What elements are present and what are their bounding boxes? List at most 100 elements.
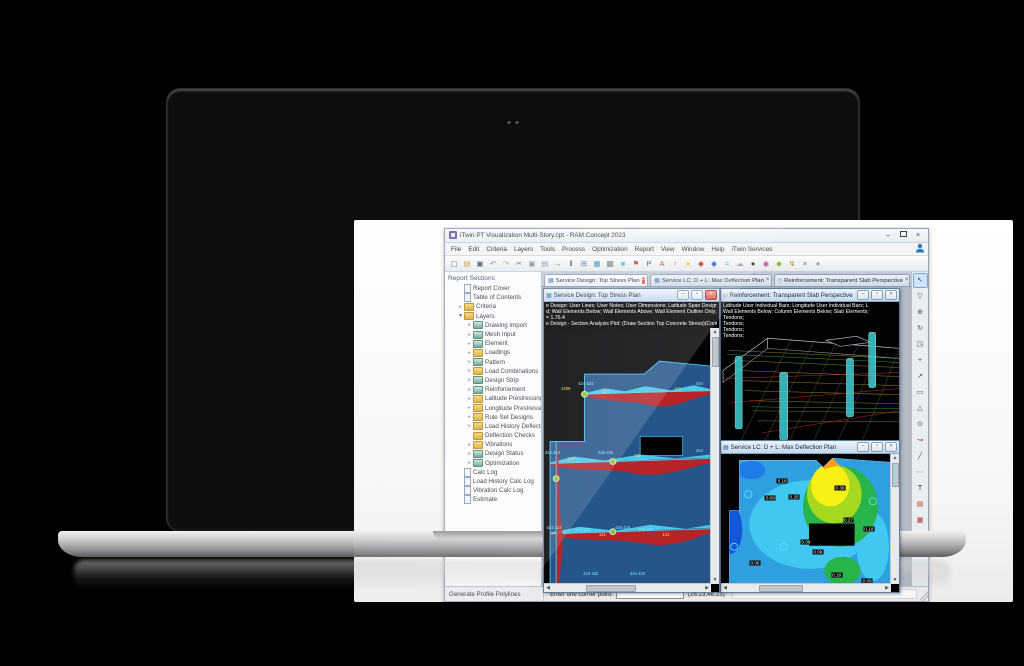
expand-icon[interactable]: ▸ — [466, 442, 473, 448]
maximize-icon[interactable]: ▫ — [871, 442, 883, 452]
tree-item-vibration-calc-log[interactable]: Vibration Calc Log — [445, 486, 541, 495]
maximize-icon[interactable]: ▫ — [691, 290, 703, 300]
tree-item-deflection-checks[interactable]: Deflection Checks — [445, 431, 541, 440]
menu-help[interactable]: Help — [708, 246, 727, 253]
menu-window[interactable]: Window — [679, 246, 708, 253]
tab-service-design-top-stress-plan[interactable]: ▦Service Design: Top Stress Plan× — [544, 274, 648, 286]
lightning-icon[interactable]: ↯ — [786, 257, 798, 270]
delete-icon[interactable]: × — [799, 257, 811, 270]
tendon-icon[interactable]: ◆ — [708, 257, 720, 270]
table-tool[interactable]: ▦ — [913, 513, 928, 528]
open-icon[interactable]: ▤ — [461, 257, 473, 270]
tab-reinforcement-transparent-slab-perspective[interactable]: ◇Reinforcement: Transparent Slab Perspec… — [774, 274, 910, 286]
expand-icon[interactable]: ▸ — [466, 451, 473, 457]
vertical-scrollbar[interactable]: ▲▼ — [890, 454, 899, 584]
save-icon[interactable]: ▣ — [474, 257, 486, 270]
zoom-window-tool[interactable]: ◳ — [913, 337, 928, 352]
new-icon[interactable]: ▢ — [448, 257, 460, 270]
deflection-canvas[interactable]: 0.180.090.250.360.270.180.090.090.060.18… — [721, 454, 891, 584]
collapse-icon[interactable]: ▾ — [457, 313, 464, 319]
undo-icon[interactable]: ↶ — [487, 257, 499, 270]
polygon-tool[interactable]: △ — [913, 401, 928, 416]
mesh-icon[interactable]: ▩ — [604, 257, 616, 270]
tree-item-longitude-prestressing[interactable]: ▸Longitude Prestressing — [445, 403, 541, 412]
expand-icon[interactable]: ▸ — [466, 414, 473, 420]
deflection-contour-view[interactable]: 0.180.090.250.360.270.180.090.090.060.18… — [721, 454, 899, 592]
expand-icon[interactable]: ▸ — [466, 359, 473, 365]
minimize-icon[interactable]: – — [857, 442, 869, 452]
menu-process[interactable]: Process — [559, 246, 588, 253]
text-tool[interactable]: T — [913, 481, 928, 496]
expand-icon[interactable]: ▸ — [466, 387, 473, 393]
cloud-icon[interactable]: ☁ — [734, 257, 746, 270]
deflection-window[interactable]: ▦ Service LC: D + L: Max Deflection Plan… — [720, 440, 900, 593]
maximize-icon[interactable]: ▫ — [871, 290, 883, 300]
expand-icon[interactable]: ▸ — [466, 396, 473, 402]
dot-icon[interactable]: ● — [747, 257, 759, 270]
minimize-button[interactable]: – — [882, 230, 894, 241]
tab-close-icon[interactable]: × — [766, 277, 770, 284]
menu-tools[interactable]: Tools — [537, 246, 558, 253]
deflection-window-titlebar[interactable]: ▦ Service LC: D + L: Max Deflection Plan… — [721, 441, 899, 454]
menu-criteria[interactable]: Criteria — [483, 246, 510, 253]
tree-item-drawing-import[interactable]: ▸Drawing Import — [445, 321, 541, 330]
redo-icon[interactable]: ↷ — [500, 257, 512, 270]
tree-item-rule-set-designs[interactable]: ▸Rule Set Designs — [445, 413, 541, 422]
move-tool[interactable]: ↗ — [913, 369, 928, 384]
vertical-scrollbar[interactable]: ▲▼ — [710, 328, 719, 584]
ellipse-icon[interactable]: ● — [812, 257, 824, 270]
menu-view[interactable]: View — [658, 246, 678, 253]
up-icon[interactable]: ↑ — [669, 257, 681, 270]
expand-icon[interactable]: ▸ — [466, 460, 473, 466]
orbit-tool[interactable]: ↻ — [913, 321, 928, 336]
horizontal-scrollbar[interactable]: ◀▶ — [721, 583, 891, 592]
tab-close-icon[interactable]: × — [905, 277, 909, 284]
expand-icon[interactable]: ▸ — [466, 423, 473, 429]
stress-plan-view[interactable]: e Design: User Lines; User Notes; User D… — [544, 302, 719, 592]
expand-icon[interactable]: ▸ — [466, 322, 473, 328]
tree-item-design-status[interactable]: ▸Design Status — [445, 449, 541, 458]
table-icon[interactable]: ▦ — [591, 257, 603, 270]
diamond-icon[interactable]: ◆ — [773, 257, 785, 270]
menu-file[interactable]: File — [448, 246, 464, 253]
expand-icon[interactable]: ▸ — [466, 405, 473, 411]
expand-icon[interactable]: ▸ — [466, 332, 473, 338]
menu-layers[interactable]: Layers — [511, 246, 536, 253]
minimize-icon[interactable]: – — [677, 290, 689, 300]
tab-close-icon[interactable]: × — [642, 277, 646, 284]
menu-edit[interactable]: Edit — [465, 246, 482, 253]
minimize-icon[interactable]: – — [857, 290, 869, 300]
tree-item-load-history-calc-log[interactable]: Load History Calc Log — [445, 477, 541, 486]
plot-icon[interactable]: ■ — [617, 257, 629, 270]
stress-plot-canvas[interactable]: 1409424 424141141424424 424141626 626141… — [544, 328, 711, 584]
tree-item-criteria[interactable]: ▸Criteria — [445, 302, 541, 311]
paste-icon[interactable]: ▤ — [539, 257, 551, 270]
close-icon[interactable]: × — [885, 290, 897, 300]
stress-plan-window[interactable]: ▦ Service Design: Top Stress Plan – ▫ × … — [543, 288, 720, 593]
dimension-tool[interactable]: ⋯ — [913, 465, 928, 480]
expand-icon[interactable]: ▸ — [466, 341, 473, 347]
tree-item-load-history-deflection[interactable]: ▸Load History Deflection — [445, 422, 541, 431]
tree-item-reinforcement[interactable]: ▸Reinforcement — [445, 385, 541, 394]
zoom-in-tool[interactable]: + — [913, 353, 928, 368]
line-tool[interactable]: ╱ — [913, 449, 928, 464]
expand-icon[interactable]: ▸ — [457, 304, 464, 310]
tab-service-lc-d-l-max-deflection-plan[interactable]: ▦Service LC: D + L: Max Deflection Plan× — [650, 274, 771, 286]
close-button[interactable]: × — [912, 230, 924, 241]
expand-icon[interactable]: ▸ — [466, 350, 473, 356]
close-icon[interactable]: × — [885, 442, 897, 452]
menu-optimization[interactable]: Optimization — [589, 246, 631, 253]
filter-tool[interactable]: ▽ — [913, 289, 928, 304]
perspective-icon[interactable]: P — [643, 257, 655, 270]
snap-tool[interactable]: ⊙ — [913, 417, 928, 432]
tree-item-design-strip[interactable]: ▸Design Strip — [445, 376, 541, 385]
close-icon[interactable]: × — [705, 290, 717, 300]
select-tool[interactable]: ↖ — [913, 273, 928, 288]
pan-tool[interactable]: ⊕ — [913, 305, 928, 320]
tree-item-pattern[interactable]: ▸Pattern — [445, 358, 541, 367]
title-bar[interactable]: iTwin PT Visualization Multi-Story.cpt -… — [445, 229, 928, 243]
colorwheel-icon[interactable]: ◉ — [760, 257, 772, 270]
tree-item-report-cover[interactable]: Report Cover — [445, 284, 541, 293]
expand-icon[interactable]: ▸ — [466, 377, 473, 383]
tree-item-calc-log[interactable]: Calc Log — [445, 468, 541, 477]
